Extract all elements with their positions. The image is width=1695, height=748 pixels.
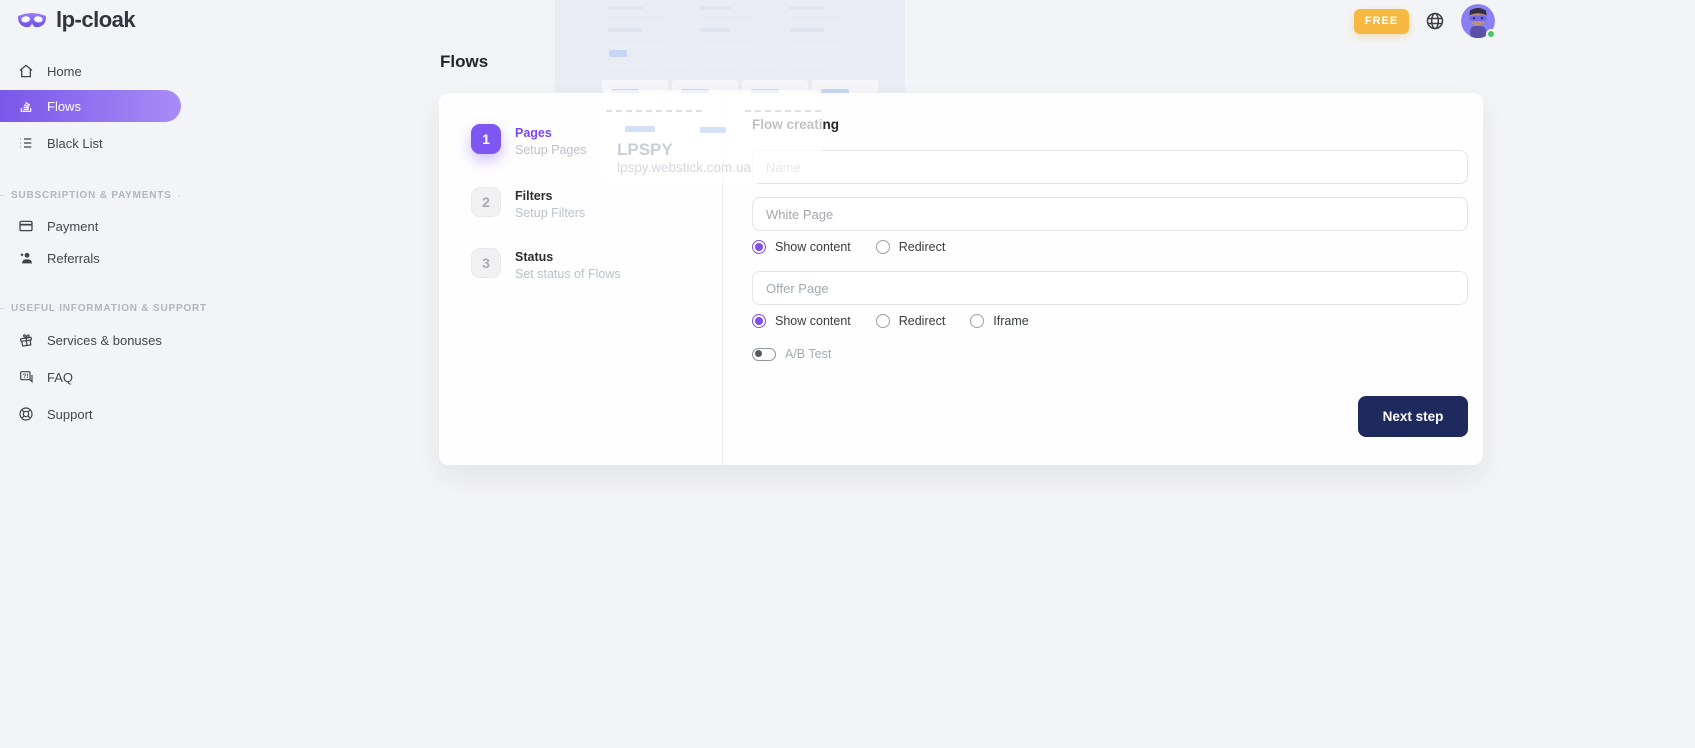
sidebar-item-referrals[interactable]: Referrals: [0, 243, 190, 273]
ab-test-toggle[interactable]: [752, 348, 776, 361]
mask-logo-icon: [16, 9, 48, 31]
sidebar-item-black-list[interactable]: Black List: [0, 128, 190, 158]
white-page-radio-redirect[interactable]: [876, 240, 890, 254]
ghost-dash: [606, 110, 702, 112]
step-subtitle: Set status of Flows: [515, 267, 621, 282]
list-icon: [18, 135, 34, 151]
app-window: lp-cloak FREE: [0, 0, 1695, 748]
user-avatar[interactable]: [1461, 4, 1495, 38]
lifebuoy-icon: [18, 406, 34, 422]
sidebar-item-label: Black List: [47, 136, 103, 151]
faq-bubble-icon: ?!: [18, 369, 34, 385]
white-page-input[interactable]: [752, 197, 1468, 231]
offer-page-radio-iframe[interactable]: [970, 314, 984, 328]
radio-label[interactable]: Show content: [775, 240, 851, 254]
step-pages[interactable]: 1 Pages Setup Pages: [471, 124, 587, 158]
plan-badge[interactable]: FREE: [1354, 9, 1409, 34]
sidebar-item-faq[interactable]: ?! FAQ: [0, 362, 190, 392]
ghost-dash: [745, 110, 821, 112]
flows-stack-icon: [18, 98, 34, 114]
page-title: Flows: [440, 52, 488, 72]
form-title: Flow creating: [752, 117, 839, 132]
online-status-dot: [1486, 29, 1496, 39]
ghost-preview-title: LPSPY: [617, 140, 673, 160]
sidebar-item-label: Services & bonuses: [47, 333, 162, 348]
step-number-badge: 1: [471, 124, 501, 154]
sidebar-item-flows[interactable]: Flows: [0, 90, 181, 122]
next-step-button[interactable]: Next step: [1358, 396, 1468, 437]
sidebar-item-label: Payment: [47, 219, 98, 234]
step-number-badge: 2: [471, 187, 501, 217]
sidebar-item-home[interactable]: Home: [0, 56, 190, 86]
sidebar-section-title: USEFUL INFORMATION & SUPPORT: [0, 301, 190, 315]
sidebar-item-label: Flows: [47, 99, 81, 114]
step-title: Filters: [515, 189, 585, 204]
radio-label[interactable]: Show content: [775, 314, 851, 328]
sidebar-item-label: FAQ: [47, 370, 73, 385]
step-title: Status: [515, 250, 621, 265]
radio-label[interactable]: Redirect: [899, 314, 946, 328]
step-filters[interactable]: 2 Filters Setup Filters: [471, 187, 585, 221]
sidebar-item-label: Referrals: [47, 251, 100, 266]
credit-card-icon: [18, 218, 34, 234]
ghost-pill: [625, 126, 655, 132]
home-icon: [18, 63, 34, 79]
step-subtitle: Setup Filters: [515, 206, 585, 221]
offer-page-input[interactable]: [752, 271, 1468, 305]
brand-name: lp-cloak: [56, 7, 135, 33]
referral-user-icon: [18, 250, 34, 266]
ghost-pill: [700, 127, 726, 133]
flow-name-input[interactable]: [752, 150, 1468, 184]
ab-test-label: A/B Test: [785, 347, 831, 361]
step-status[interactable]: 3 Status Set status of Flows: [471, 248, 621, 282]
sidebar-item-label: Home: [47, 64, 82, 79]
offer-page-radio-redirect[interactable]: [876, 314, 890, 328]
toggle-knob: [755, 350, 762, 357]
card-divider: [722, 93, 723, 465]
svg-text:?!: ?!: [23, 374, 29, 380]
language-globe-icon[interactable]: [1425, 11, 1445, 31]
step-subtitle: Setup Pages: [515, 143, 587, 158]
flow-creating-card: 1 Pages Setup Pages 2 Filters Setup Filt…: [439, 93, 1483, 465]
sidebar-item-payment[interactable]: Payment: [0, 211, 190, 241]
sidebar-item-support[interactable]: Support: [0, 399, 190, 429]
brand-logo[interactable]: lp-cloak: [16, 7, 135, 33]
white-page-radio-show-content[interactable]: [752, 240, 766, 254]
step-number-badge: 3: [471, 248, 501, 278]
gift-icon: [18, 332, 34, 348]
offer-page-radio-show-content[interactable]: [752, 314, 766, 328]
sidebar-item-label: Support: [47, 407, 93, 422]
radio-label[interactable]: Redirect: [899, 240, 946, 254]
sidebar-item-services-bonuses[interactable]: Services & bonuses: [0, 325, 190, 355]
radio-label[interactable]: Iframe: [993, 314, 1028, 328]
ghost-preview-url: lpspy.webstick.com.ua: [617, 160, 751, 175]
sidebar-section-title: SUBSCRIPTION & PAYMENTS: [0, 188, 190, 202]
step-title: Pages: [515, 126, 587, 141]
